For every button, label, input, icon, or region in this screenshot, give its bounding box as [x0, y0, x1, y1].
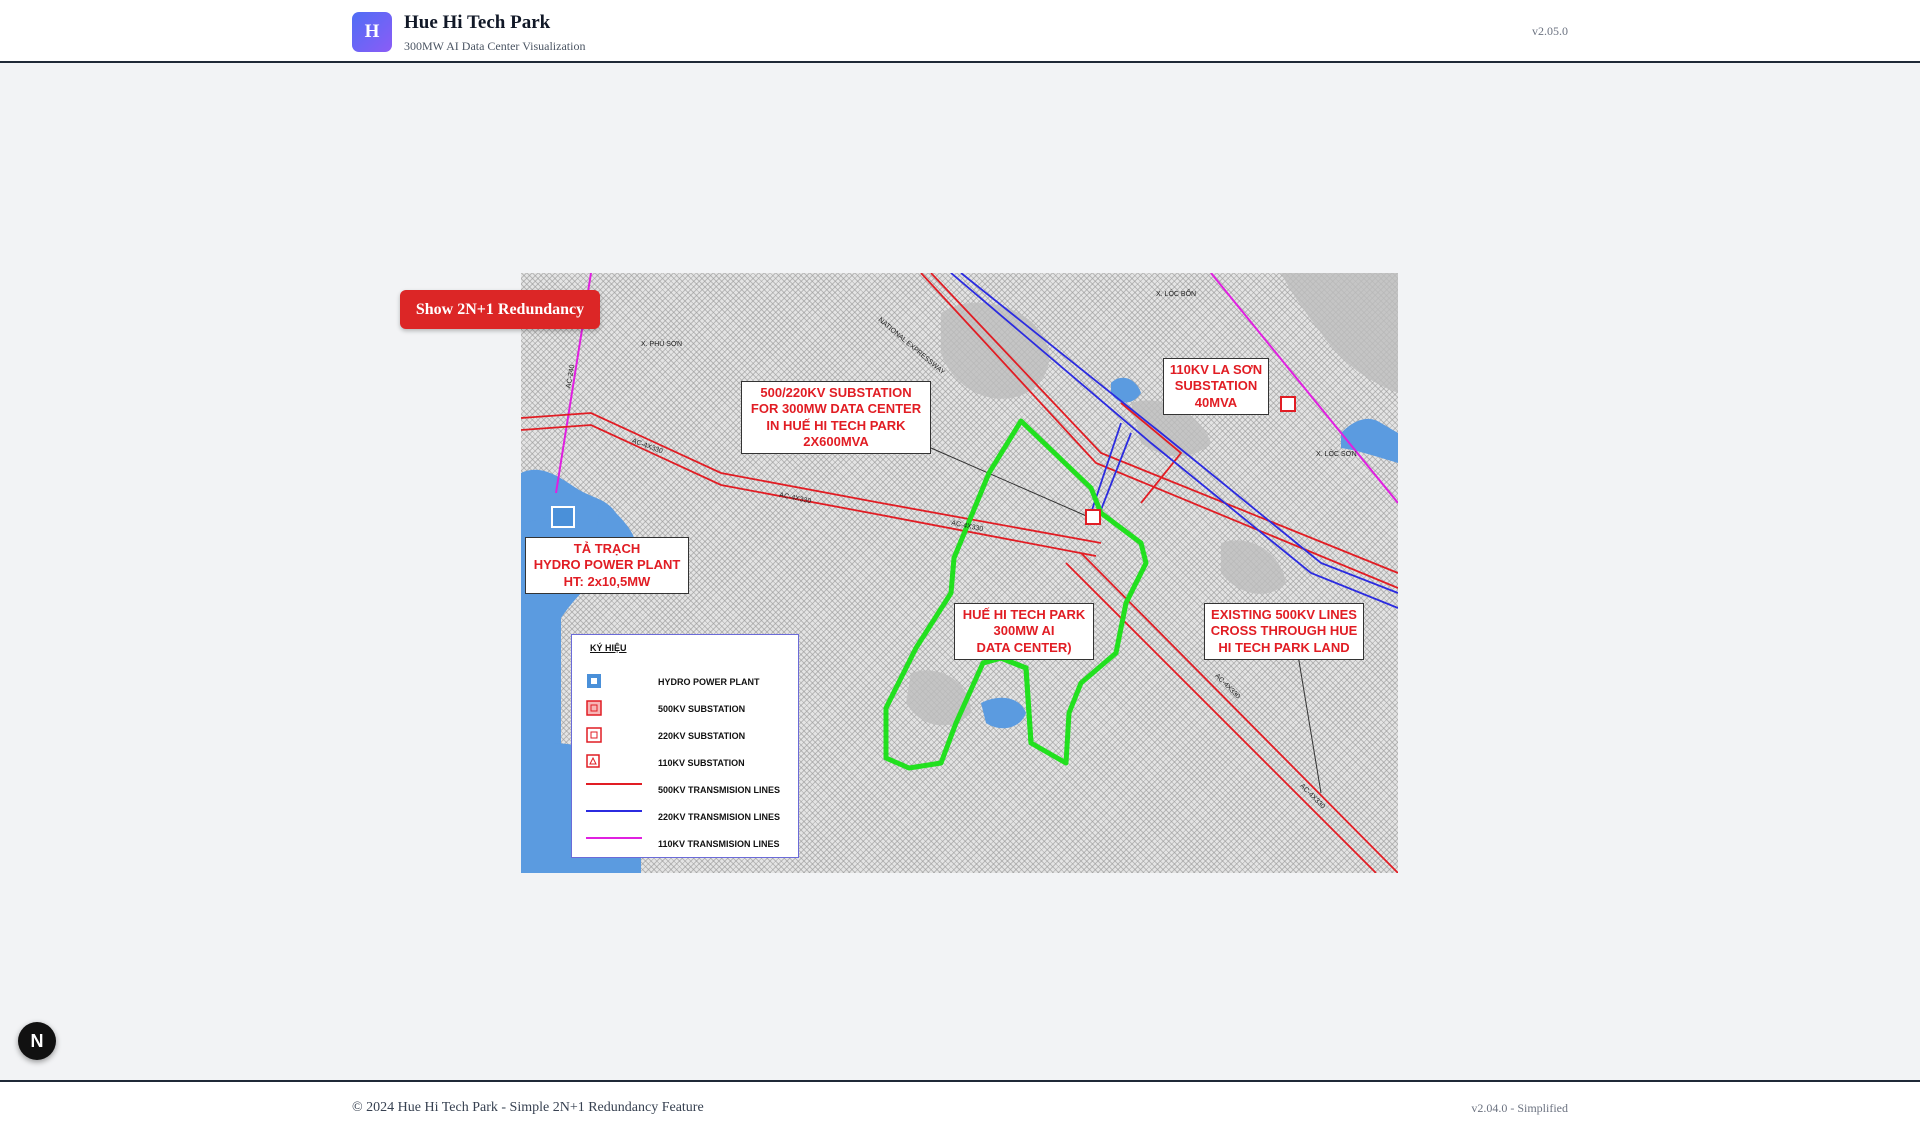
app-subtitle: 300MW AI Data Center Visualization: [404, 39, 586, 53]
place-loc-son: X. LỘC SƠN: [1316, 451, 1357, 458]
substation-500-icon: [586, 700, 602, 716]
legend-row: 500KV TRANSMISION LINES: [586, 781, 786, 799]
line-110kv-swatch: [586, 837, 642, 839]
show-redundancy-button[interactable]: Show 2N+1 Redundancy: [400, 290, 600, 329]
line-220kv-swatch: [586, 810, 642, 812]
legend-row: 220KV TRANSMISION LINES: [586, 808, 786, 826]
header-version: v2.05.0: [1532, 24, 1568, 38]
label-la-son-substation: 110KV LA SƠN SUBSTATION 40MVA: [1163, 358, 1269, 415]
footer-copyright: © 2024 Hue Hi Tech Park - Simple 2N+1 Re…: [352, 1100, 704, 1115]
hydro-plant-icon: [587, 674, 601, 688]
footer-version: v2.04.0 - Simplified: [1471, 1101, 1568, 1115]
label-substation-500-220: 500/220KV SUBSTATION FOR 300MW DATA CENT…: [741, 381, 931, 454]
label-hue-hi-tech-park: HUẾ HI TECH PARK 300MW AI DATA CENTER): [954, 603, 1094, 660]
dev-tools-badge-icon[interactable]: N: [18, 1022, 56, 1060]
legend-row: HYDRO POWER PLANT: [586, 673, 786, 691]
legend-row: 500KV SUBSTATION: [586, 700, 786, 718]
app-footer: © 2024 Hue Hi Tech Park - Simple 2N+1 Re…: [0, 1080, 1920, 1134]
place-phu-son: X. PHÚ SƠN: [641, 341, 683, 348]
substation-220-icon: [586, 727, 602, 743]
hydro-plant-marker: [551, 506, 575, 528]
place-loc-bon: X. LỘC BỔN: [1156, 291, 1197, 298]
label-ta-trach-hydro: TẢ TRẠCH HYDRO POWER PLANT HT: 2x10,5MW: [525, 537, 689, 594]
app-header: H Hue Hi Tech Park 300MW AI Data Center …: [0, 0, 1920, 63]
legend-title: KÝ HIỆU: [590, 643, 627, 653]
power-grid-map[interactable]: X. PHÚ SƠN X. LỘC BỔN X. LỘC SƠN NATIONA…: [521, 273, 1398, 873]
legend-row: 110KV SUBSTATION: [586, 754, 786, 772]
substation-110-icon: [586, 754, 600, 768]
line-500kv-swatch: [586, 783, 642, 785]
app-logo: H: [352, 12, 392, 52]
label-existing-500kv-lines: EXISTING 500KV LINES CROSS THROUGH HUE H…: [1204, 603, 1364, 660]
legend-row: 220KV SUBSTATION: [586, 727, 786, 745]
legend-row: 110KV TRANSMISION LINES: [586, 835, 786, 853]
app-title: Hue Hi Tech Park: [404, 12, 551, 33]
substation-500-220-marker: [1085, 509, 1101, 525]
map-legend: KÝ HIỆU HYDRO POWER PLANT 500KV SUBSTATI…: [571, 634, 799, 858]
substation-la-son-marker: [1280, 396, 1296, 412]
